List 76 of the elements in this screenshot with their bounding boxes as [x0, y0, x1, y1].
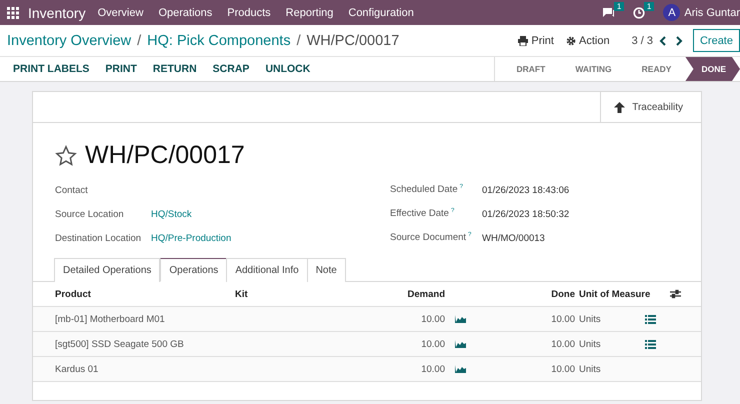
breadcrumb-separator: / [137, 32, 142, 48]
print-button[interactable]: Print [512, 34, 560, 46]
notebook-tab[interactable]: Note [306, 258, 346, 282]
status-stage[interactable]: DONE [685, 57, 740, 81]
field-value: 01/26/2023 18:43:06 [482, 184, 570, 196]
done-cell-text: 10.00 [550, 338, 575, 350]
user-avatar[interactable]: A [663, 4, 680, 21]
operation-row[interactable]: Kardus 01 10.00 10.00 Units [33, 357, 701, 382]
header-button[interactable]: SCRAP [204, 57, 258, 81]
breadcrumb-item[interactable]: WH/PC/00017 [306, 32, 400, 48]
field-label: Contact [55, 184, 89, 196]
message-count-badge: 1 [614, 2, 624, 10]
field-value: 01/26/2023 18:50:32 [482, 208, 570, 220]
operation-row[interactable]: [mb-01] Motherboard M01 10.00 10.00 Units [33, 307, 701, 332]
operation-row[interactable]: [sgt500] SSD Seagate 500 GB 10.00 10.00 Units [33, 332, 701, 357]
field-label: Effective Date $^{?}$ [390, 208, 456, 220]
activity-count-badge: 1 [644, 2, 654, 10]
uom-cell-text: Units [578, 338, 602, 350]
notebook-tab[interactable]: Additional Info [226, 258, 308, 282]
product-cell[interactable]: [sgt500] SSD Seagate 500 GB [55, 338, 235, 350]
header-button[interactable]: PRINT [97, 57, 145, 81]
product-cell[interactable]: [mb-01] Motherboard M01 [55, 314, 235, 324]
printer-icon [518, 36, 528, 46]
app-title[interactable]: Inventory [28, 4, 86, 20]
column-settings-icon[interactable] [670, 289, 681, 299]
field-label: Scheduled Date $^{?}$ [390, 184, 464, 196]
notebook-tab[interactable]: Detailed Operations [54, 258, 160, 282]
menu-item[interactable]: Overview [98, 6, 144, 18]
details-list-icon[interactable] [645, 340, 656, 348]
header-button[interactable]: RETURN [144, 57, 205, 81]
details-list-icon[interactable] [645, 314, 656, 324]
chat-icon[interactable] [602, 6, 616, 18]
menu-item[interactable]: Reporting [286, 6, 334, 18]
column-header[interactable]: Product [55, 288, 235, 300]
demand-cell-text: 10.00 [420, 314, 445, 324]
clock-icon[interactable] [633, 6, 646, 18]
location-link[interactable]: HQ/Pre-Production [151, 232, 232, 244]
previous-icon[interactable] [658, 36, 667, 46]
column-header[interactable]: Kit [235, 288, 315, 300]
forecast-chart-icon[interactable] [455, 315, 466, 323]
product-cell[interactable]: Kardus 01 [55, 364, 235, 374]
location-link[interactable]: HQ/Stock [151, 208, 192, 220]
action-button[interactable]: Action [560, 34, 616, 46]
breadcrumb-item[interactable]: Inventory Overview [7, 32, 132, 48]
field-label: Source Document $^{?}$ [390, 232, 472, 244]
notebook-tab[interactable]: Operations [160, 258, 228, 282]
header-button[interactable]: UNLOCK [257, 57, 318, 81]
column-header[interactable]: Demand [345, 288, 445, 300]
forecast-chart-icon[interactable] [455, 365, 466, 373]
column-header[interactable]: Unit of Measure [575, 288, 670, 300]
menu-item[interactable]: Products [227, 6, 271, 18]
star-icon[interactable] [55, 144, 77, 166]
apps-menu-icon[interactable] [7, 6, 19, 18]
create-button[interactable]: Create [692, 29, 740, 52]
field-label: Destination Location [55, 232, 142, 244]
forecast-chart-icon[interactable] [455, 340, 466, 348]
gear-icon [566, 36, 576, 46]
up-arrow-icon [613, 100, 626, 114]
demand-cell-text: 10.00 [420, 338, 445, 350]
record-title: WH/PC/00017 [85, 141, 245, 170]
breadcrumb-separator: / [296, 32, 301, 48]
next-icon[interactable] [674, 36, 683, 46]
demand-cell-text: 10.00 [420, 364, 445, 374]
header-button[interactable]: PRINT LABELS [5, 57, 98, 81]
uom-cell-text: Units [578, 314, 602, 324]
field-label: Source Location [55, 208, 125, 220]
breadcrumb-item[interactable]: HQ: Pick Components [147, 32, 291, 48]
column-header[interactable]: Done [475, 288, 575, 300]
pager-value: 3 / 3 [632, 34, 653, 46]
menu-item[interactable]: Operations [158, 6, 212, 18]
menu-item[interactable]: Configuration [348, 6, 414, 18]
field-value: WH/MO/00013 [482, 232, 545, 244]
user-name[interactable]: Aris Guntar [684, 6, 740, 18]
done-cell-text: 10.00 [550, 364, 575, 374]
done-cell-text: 10.00 [550, 314, 575, 324]
uom-cell-text: Units [578, 364, 602, 374]
